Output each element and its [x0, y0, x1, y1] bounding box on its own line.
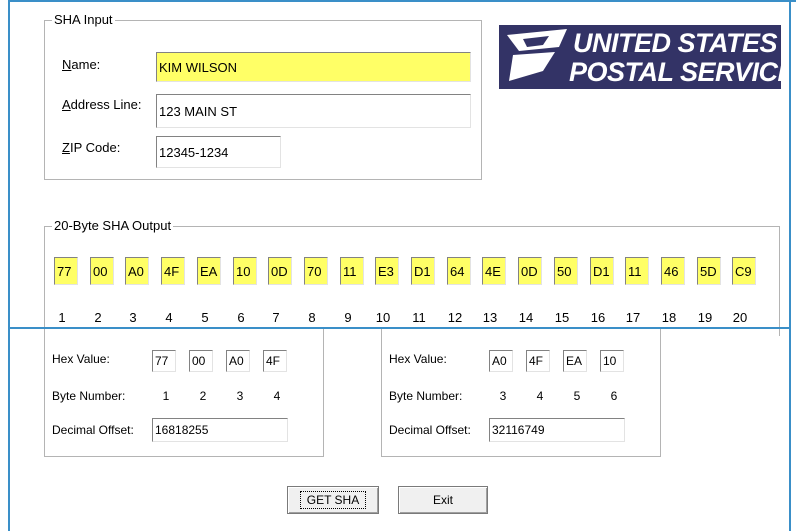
hex-value-box[interactable]: EA [563, 350, 587, 372]
sha-byte-index: 17 [625, 310, 641, 325]
sha-byte-index: 18 [661, 310, 677, 325]
sha-byte-index: 5 [201, 310, 209, 325]
get-sha-button[interactable]: GET SHA [287, 486, 379, 514]
sha-byte-index: 11 [412, 310, 426, 325]
sha-byte-box[interactable]: 64 [447, 257, 471, 285]
hex-value-label-a: Hex Value: [52, 352, 110, 366]
sha-byte-index: 10 [375, 310, 391, 325]
sha-byte-box[interactable]: C9 [732, 257, 756, 285]
sha-byte-index: 14 [518, 310, 534, 325]
sha-byte-box[interactable]: E3 [375, 257, 399, 285]
address-label: Address Line: [62, 97, 142, 112]
sha-byte-box[interactable]: 11 [340, 257, 364, 285]
decimal-offset-field-b[interactable]: 32116749 [489, 418, 625, 442]
hex-value-box[interactable]: 10 [600, 350, 624, 372]
byte-number-label-a: Byte Number: [52, 389, 126, 403]
sha-byte-index: 20 [732, 310, 748, 325]
byte-number-label-b: Byte Number: [389, 389, 463, 403]
sha-byte-index: 7 [272, 310, 280, 325]
get-sha-label: GET SHA [299, 491, 367, 509]
byte-number: 6 [610, 389, 618, 403]
sha-byte-box[interactable]: D1 [590, 257, 614, 285]
byte-number: 1 [162, 389, 170, 403]
address-field[interactable]: 123 MAIN ST [156, 94, 471, 128]
hex-value-box[interactable]: A0 [489, 350, 513, 372]
byte-number: 3 [236, 389, 244, 403]
sha-output-legend: 20-Byte SHA Output [52, 218, 174, 233]
hex-value-label-b: Hex Value: [389, 352, 447, 366]
sha-byte-box[interactable]: 46 [661, 257, 685, 285]
sha-byte-box[interactable]: 50 [554, 257, 578, 285]
sha-byte-index: 1 [58, 310, 66, 325]
sha-byte-index: 16 [590, 310, 606, 325]
sha-input-legend: SHA Input [52, 12, 115, 27]
sha-byte-index: 6 [237, 310, 245, 325]
sha-byte-box[interactable]: 5D [697, 257, 721, 285]
usps-logo: UNITED STATES POSTAL SERVICE. [499, 25, 781, 89]
name-label: Name: [62, 57, 101, 72]
hex-value-box[interactable]: 00 [189, 350, 213, 372]
sha-byte-index: 8 [308, 310, 316, 325]
sha-byte-box[interactable]: 70 [304, 257, 328, 285]
hex-value-box[interactable]: 77 [152, 350, 176, 372]
sha-byte-index: 19 [697, 310, 713, 325]
window-top-edge [8, 0, 796, 2]
name-field[interactable]: KIM WILSON [156, 52, 471, 82]
hex-value-box[interactable]: A0 [226, 350, 250, 372]
decimal-offset-field-a[interactable]: 16818255 [152, 418, 288, 442]
sha-byte-index: 12 [447, 310, 463, 325]
window-right-edge [789, 0, 791, 531]
sha-byte-box[interactable]: 11 [625, 257, 649, 285]
sha-byte-box[interactable]: 0D [518, 257, 542, 285]
exit-button[interactable]: Exit [398, 486, 488, 514]
decimal-offset-label-a: Decimal Offset: [52, 423, 134, 437]
byte-number: 4 [273, 389, 281, 403]
zip-label: ZIP Code: [62, 140, 121, 155]
hex-value-box[interactable]: 4F [526, 350, 550, 372]
sha-byte-box[interactable]: 4F [161, 257, 185, 285]
usps-logo-line1: UNITED STATES [573, 28, 778, 58]
sha-byte-index: 2 [94, 310, 102, 325]
byte-number: 3 [499, 389, 507, 403]
sha-byte-box[interactable]: D1 [411, 257, 435, 285]
sha-byte-box[interactable]: 0D [268, 257, 292, 285]
sha-byte-box[interactable]: 77 [54, 257, 78, 285]
sha-byte-box[interactable]: 4E [482, 257, 506, 285]
sha-byte-index: 13 [482, 310, 498, 325]
sha-byte-box[interactable]: 10 [233, 257, 257, 285]
eagle-icon [507, 29, 567, 81]
sha-byte-box[interactable]: EA [197, 257, 221, 285]
sha-byte-index: 9 [344, 310, 352, 325]
decimal-offset-label-b: Decimal Offset: [389, 423, 471, 437]
byte-number: 5 [573, 389, 581, 403]
byte-number: 4 [536, 389, 544, 403]
sha-byte-index: 4 [165, 310, 173, 325]
exit-label: Exit [432, 493, 453, 507]
zip-field[interactable]: 12345-1234 [156, 136, 281, 168]
window-left-edge [8, 0, 10, 531]
byte-number: 2 [199, 389, 207, 403]
usps-logo-line2: POSTAL SERVICE. [569, 57, 781, 87]
sha-byte-index: 15 [554, 310, 570, 325]
sha-byte-box[interactable]: 00 [90, 257, 114, 285]
sha-byte-index: 3 [129, 310, 137, 325]
hex-value-box[interactable]: 4F [263, 350, 287, 372]
sha-byte-box[interactable]: A0 [125, 257, 149, 285]
